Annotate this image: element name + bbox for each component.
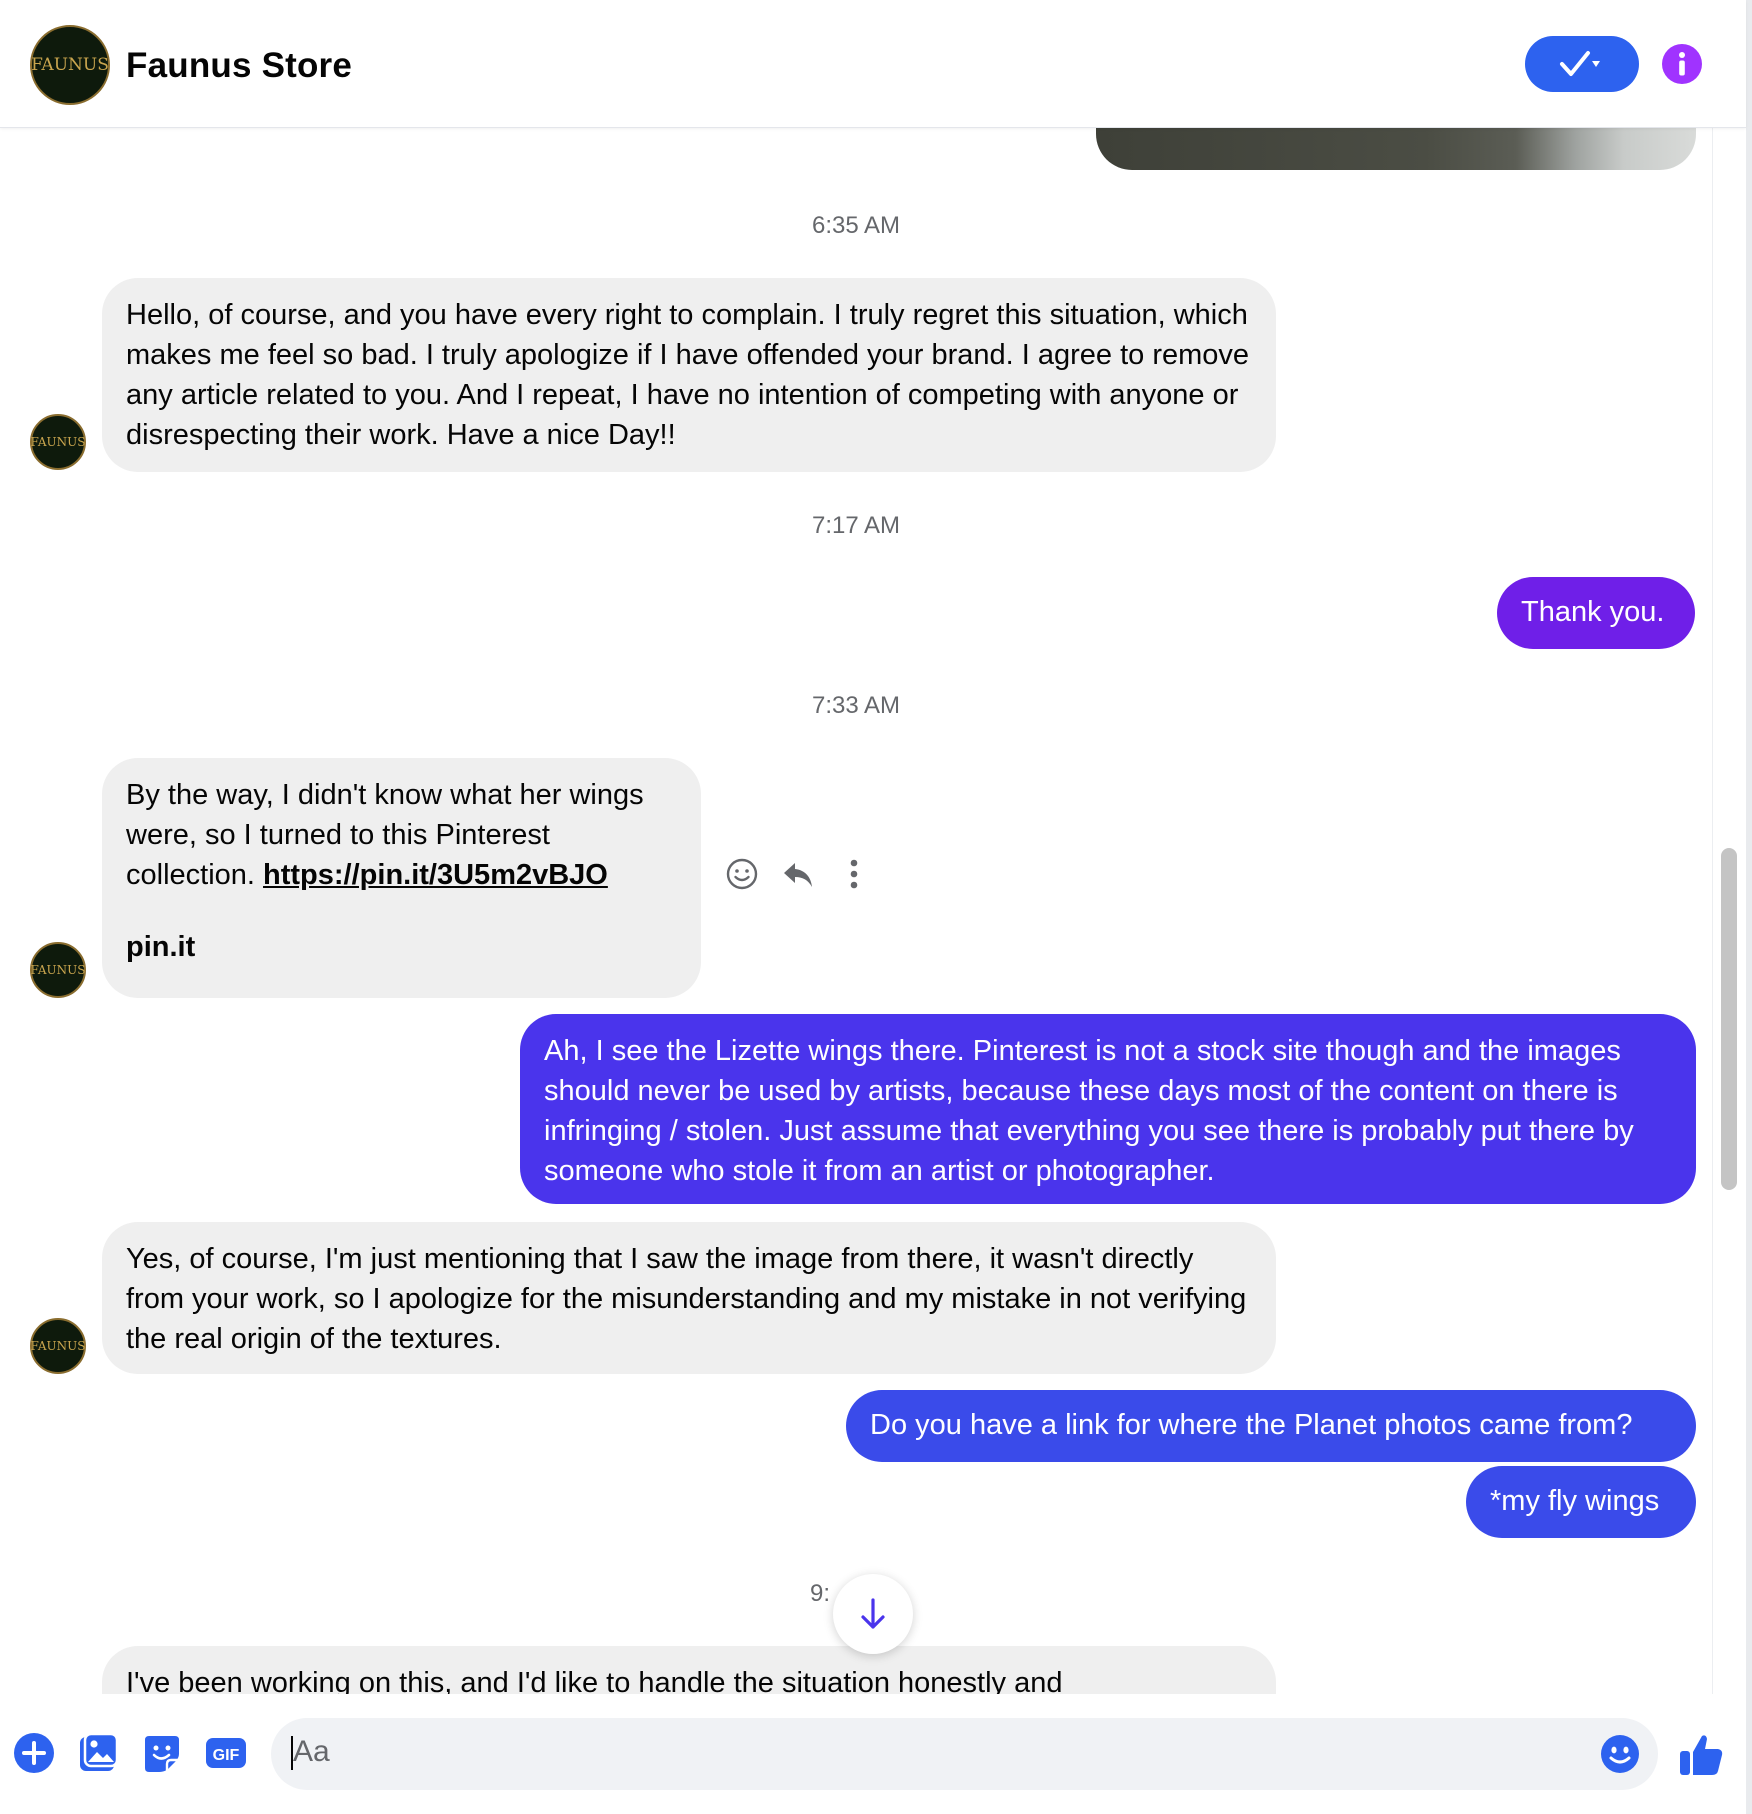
emoji-icon	[1601, 1735, 1639, 1773]
thumbs-up-icon	[1680, 1735, 1723, 1775]
mark-done-button[interactable]	[1525, 36, 1639, 92]
reply-button[interactable]	[776, 852, 820, 896]
smiley-icon	[726, 858, 758, 890]
message-input[interactable]: Aa	[271, 1718, 1658, 1790]
timestamp: 7:33 AM	[811, 692, 901, 719]
avatar-logo-text: FAUNUS	[31, 55, 109, 75]
outgoing-message[interactable]: Ah, I see the Lizette wings there. Pinte…	[520, 1014, 1696, 1204]
scroll-to-bottom-button[interactable]	[833, 1574, 913, 1654]
sticker-button[interactable]	[140, 1731, 184, 1775]
message-link[interactable]: https://pin.it/3U5m2vBJO	[263, 859, 608, 891]
scrollbar-thumb[interactable]	[1721, 848, 1737, 1190]
outgoing-message[interactable]: *my fly wings	[1466, 1466, 1696, 1538]
timestamp: 7:17 AM	[811, 512, 901, 539]
page-edge	[1746, 0, 1752, 1814]
reply-icon	[784, 863, 812, 887]
more-vertical-icon	[850, 859, 858, 889]
outgoing-message[interactable]: Thank you.	[1497, 577, 1695, 649]
send-like-button[interactable]	[1678, 1732, 1724, 1778]
more-actions-button[interactable]	[12, 1731, 56, 1775]
emoji-button[interactable]	[1600, 1734, 1640, 1774]
sender-avatar: FAUNUS	[30, 942, 86, 998]
conversation-info-button[interactable]	[1662, 44, 1702, 84]
arrow-down-icon	[861, 1598, 885, 1629]
avatar-logo-text: FAUNUS	[30, 1339, 86, 1353]
message-actions	[720, 852, 860, 896]
gif-icon: GIF	[206, 1738, 246, 1768]
incoming-message[interactable]: Hello, of course, and you have every rig…	[102, 278, 1276, 472]
attachment-image-preview[interactable]	[1096, 128, 1696, 170]
link-preview-domain[interactable]: pin.it	[126, 927, 677, 967]
check-dropdown-icon	[1560, 51, 1600, 76]
gif-button[interactable]: GIF	[204, 1731, 248, 1775]
contact-name[interactable]: Faunus Store	[126, 46, 352, 86]
info-icon	[1662, 44, 1702, 84]
sender-avatar: FAUNUS	[30, 1318, 86, 1374]
chat-header: FAUNUS Faunus Store	[0, 0, 1746, 128]
gif-label: GIF	[213, 1747, 240, 1764]
avatar-logo-text: FAUNUS	[30, 435, 86, 449]
message-list[interactable]: 6:35 AM Hello, of course, and you have e…	[0, 128, 1712, 1694]
message-input-placeholder: Aa	[293, 1735, 330, 1768]
more-options-button[interactable]	[832, 852, 876, 896]
avatar-logo-text: FAUNUS	[30, 963, 86, 977]
outgoing-message[interactable]: Do you have a link for where the Planet …	[846, 1390, 1696, 1462]
timestamp: 6:35 AM	[811, 212, 901, 239]
react-button[interactable]	[720, 852, 764, 896]
plus-circle-icon	[14, 1733, 54, 1773]
incoming-message[interactable]: I've been working on this, and I'd like …	[102, 1646, 1276, 1694]
contact-avatar[interactable]: FAUNUS	[30, 25, 110, 105]
attach-photo-button[interactable]	[76, 1731, 120, 1775]
sender-avatar: FAUNUS	[30, 414, 86, 470]
incoming-message[interactable]: Yes, of course, I'm just mentioning that…	[102, 1222, 1276, 1374]
gallery-icon	[80, 1732, 119, 1771]
sticker-icon	[145, 1736, 179, 1772]
incoming-message-with-link[interactable]: By the way, I didn't know what her wings…	[102, 758, 701, 998]
